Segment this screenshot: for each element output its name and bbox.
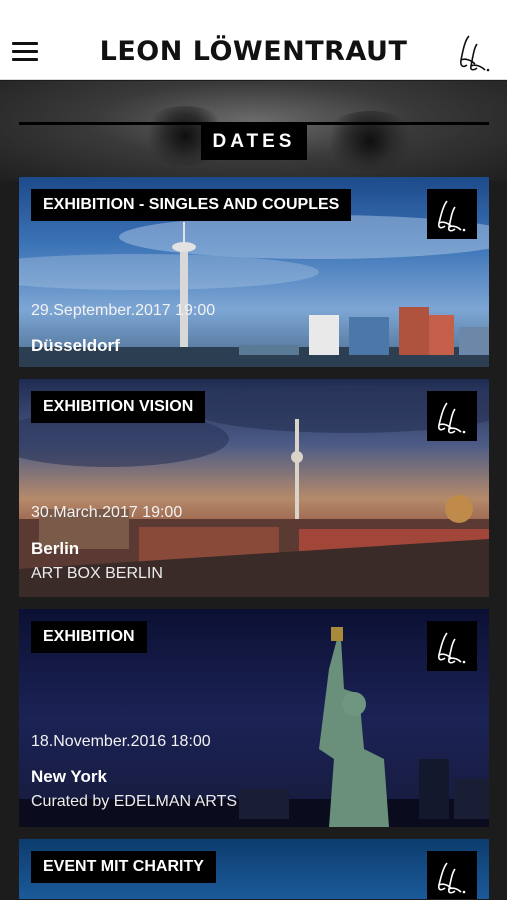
event-type-badge: EXHIBITION - SINGLES AND COUPLES — [31, 189, 352, 221]
event-card-dusseldorf[interactable]: EXHIBITION - SINGLES AND COUPLES 29.Sept… — [19, 177, 489, 367]
ll-monogram-icon — [427, 189, 477, 239]
app-title: LEON LÖWENTRAUT — [99, 36, 408, 67]
event-card-charity[interactable]: EVENT MIT CHARITY — [19, 839, 489, 899]
ll-monogram-icon — [427, 851, 477, 899]
events-list: EXHIBITION - SINGLES AND COUPLES 29.Sept… — [19, 177, 489, 900]
app-header: LEON LÖWENTRAUT — [0, 0, 507, 80]
event-card-berlin[interactable]: EXHIBITION VISION 30.March.2017 19:00 Be… — [19, 379, 489, 597]
event-type-badge: EXHIBITION — [31, 621, 147, 653]
hero-banner: DATES — [0, 81, 507, 181]
event-city: Düsseldorf — [31, 336, 120, 355]
event-city: Berlin — [31, 539, 80, 558]
event-curator: Curated by EDELMAN ARTS — [31, 793, 238, 810]
ll-monogram-logo-icon[interactable] — [455, 30, 495, 74]
event-type-badge: EVENT MIT CHARITY — [31, 851, 216, 883]
event-date: 29.September.2017 19:00 — [31, 302, 216, 319]
event-venue: ART BOX BERLIN — [31, 565, 163, 582]
event-date: 18.November.2016 18:00 — [31, 733, 211, 750]
ll-monogram-icon — [427, 391, 477, 441]
hero-eye-right — [320, 111, 420, 171]
ll-monogram-icon — [427, 621, 477, 671]
event-card-new-york[interactable]: EXHIBITION 18.November.2016 18:00 New Yo… — [19, 609, 489, 827]
event-city: New York — [31, 767, 107, 786]
event-type-badge: EXHIBITION VISION — [31, 391, 206, 423]
dates-section-title: DATES — [201, 123, 307, 160]
event-date: 30.March.2017 19:00 — [31, 504, 183, 521]
